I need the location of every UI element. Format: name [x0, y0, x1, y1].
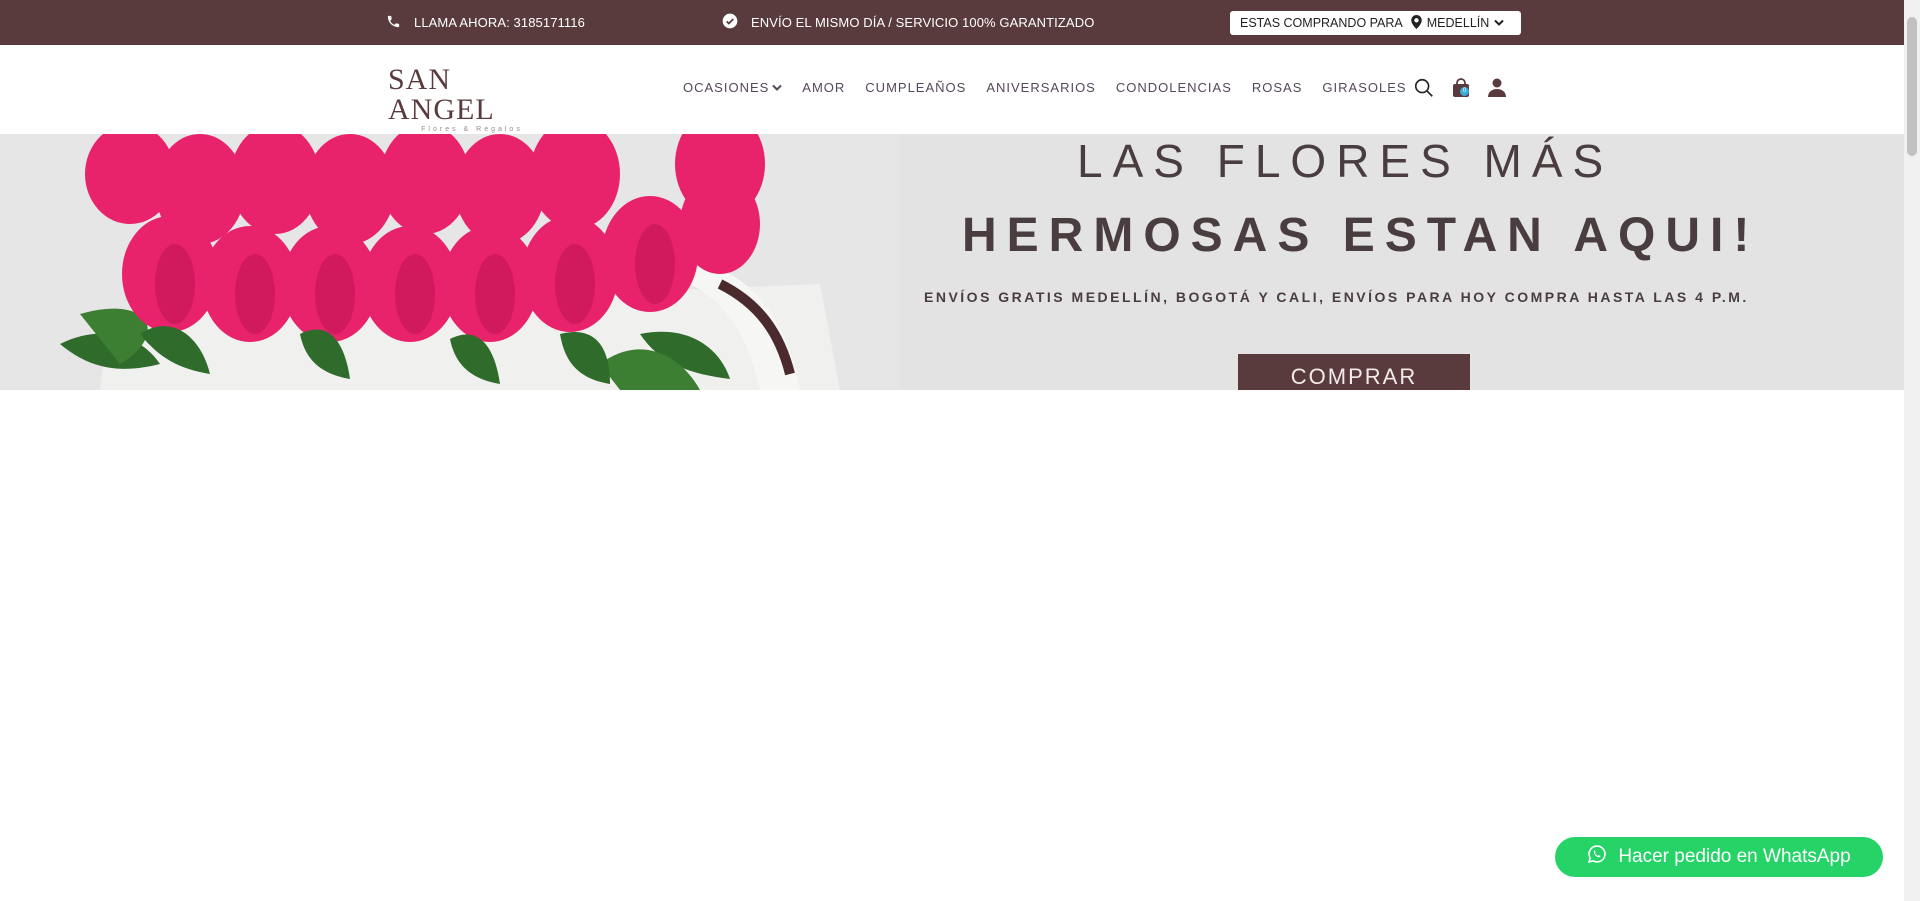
- nav-item-rosas[interactable]: ROSAS: [1252, 80, 1303, 95]
- shipping-notice: ENVÍO EL MISMO DÍA / SERVICIO 100% GARAN…: [722, 0, 1094, 45]
- whatsapp-label: Hacer pedido en WhatsApp: [1618, 846, 1851, 867]
- cart-count-badge: 0: [1460, 87, 1469, 96]
- user-icon[interactable]: [1488, 78, 1506, 102]
- city-label: ESTAS COMPRANDO PARA: [1240, 16, 1403, 30]
- nav-item-cumpleanos[interactable]: CUMPLEAÑOS: [865, 80, 966, 95]
- buy-button[interactable]: COMPRAR: [1238, 354, 1470, 390]
- shipping-text: ENVÍO EL MISMO DÍA / SERVICIO 100% GARAN…: [751, 15, 1095, 30]
- chevron-down-icon: [769, 80, 783, 95]
- nav-item-ocasiones[interactable]: OCASIONES: [683, 80, 783, 95]
- top-bar: LLAMA AHORA: 3185171116 ENVÍO EL MISMO D…: [0, 0, 1904, 45]
- phone-icon: [386, 14, 414, 32]
- nav-item-amor[interactable]: AMOR: [802, 80, 845, 95]
- banner-line-3: ENVÍOS GRATIS MEDELLÍN, BOGOTÁ Y CALI, E…: [924, 289, 1749, 305]
- search-icon[interactable]: [1413, 77, 1435, 104]
- shopping-bag-icon[interactable]: 0: [1452, 78, 1472, 98]
- phone-text: LLAMA AHORA: 3185171116: [414, 15, 585, 30]
- logo-name: SAN ANGEL: [388, 63, 495, 126]
- whatsapp-order-button[interactable]: Hacer pedido en WhatsApp: [1555, 837, 1883, 877]
- main-header: SAN ANGEL Flores & Regalos OCASIONES AMO…: [0, 45, 1904, 135]
- logo-subtitle: Flores & Regalos: [421, 126, 523, 133]
- nav-item-condolencias[interactable]: CONDOLENCIAS: [1116, 80, 1232, 95]
- roses-box-image: [0, 134, 900, 390]
- phone-contact[interactable]: LLAMA AHORA: 3185171116: [386, 0, 585, 45]
- nav-item-aniversarios[interactable]: ANIVERSARIOS: [986, 80, 1096, 95]
- scrollbar-thumb[interactable]: [1907, 17, 1917, 156]
- whatsapp-icon: [1587, 844, 1618, 870]
- main-nav: OCASIONES AMOR CUMPLEAÑOS ANIVERSARIOS C…: [683, 80, 1427, 95]
- check-circle-icon: [722, 13, 751, 32]
- city-selector[interactable]: ESTAS COMPRANDO PARA MEDELLÍN: [1230, 11, 1521, 35]
- chevron-down-icon: [1494, 16, 1505, 30]
- nav-item-girasoles[interactable]: GIRASOLES: [1322, 80, 1406, 95]
- logo[interactable]: SAN ANGEL Flores & Regalos: [388, 65, 558, 134]
- city-value: MEDELLÍN: [1426, 16, 1490, 30]
- hero-banner[interactable]: LAS FLORES MÁS HERMOSAS ESTAN AQUI! ENVÍ…: [0, 134, 1904, 390]
- banner-line-1: LAS FLORES MÁS: [1077, 135, 1614, 187]
- banner-line-2: HERMOSAS ESTAN AQUI!: [962, 209, 1760, 262]
- map-pin-icon: [1411, 14, 1422, 32]
- page-scrollbar[interactable]: [1904, 0, 1920, 901]
- nav-label: OCASIONES: [683, 80, 770, 95]
